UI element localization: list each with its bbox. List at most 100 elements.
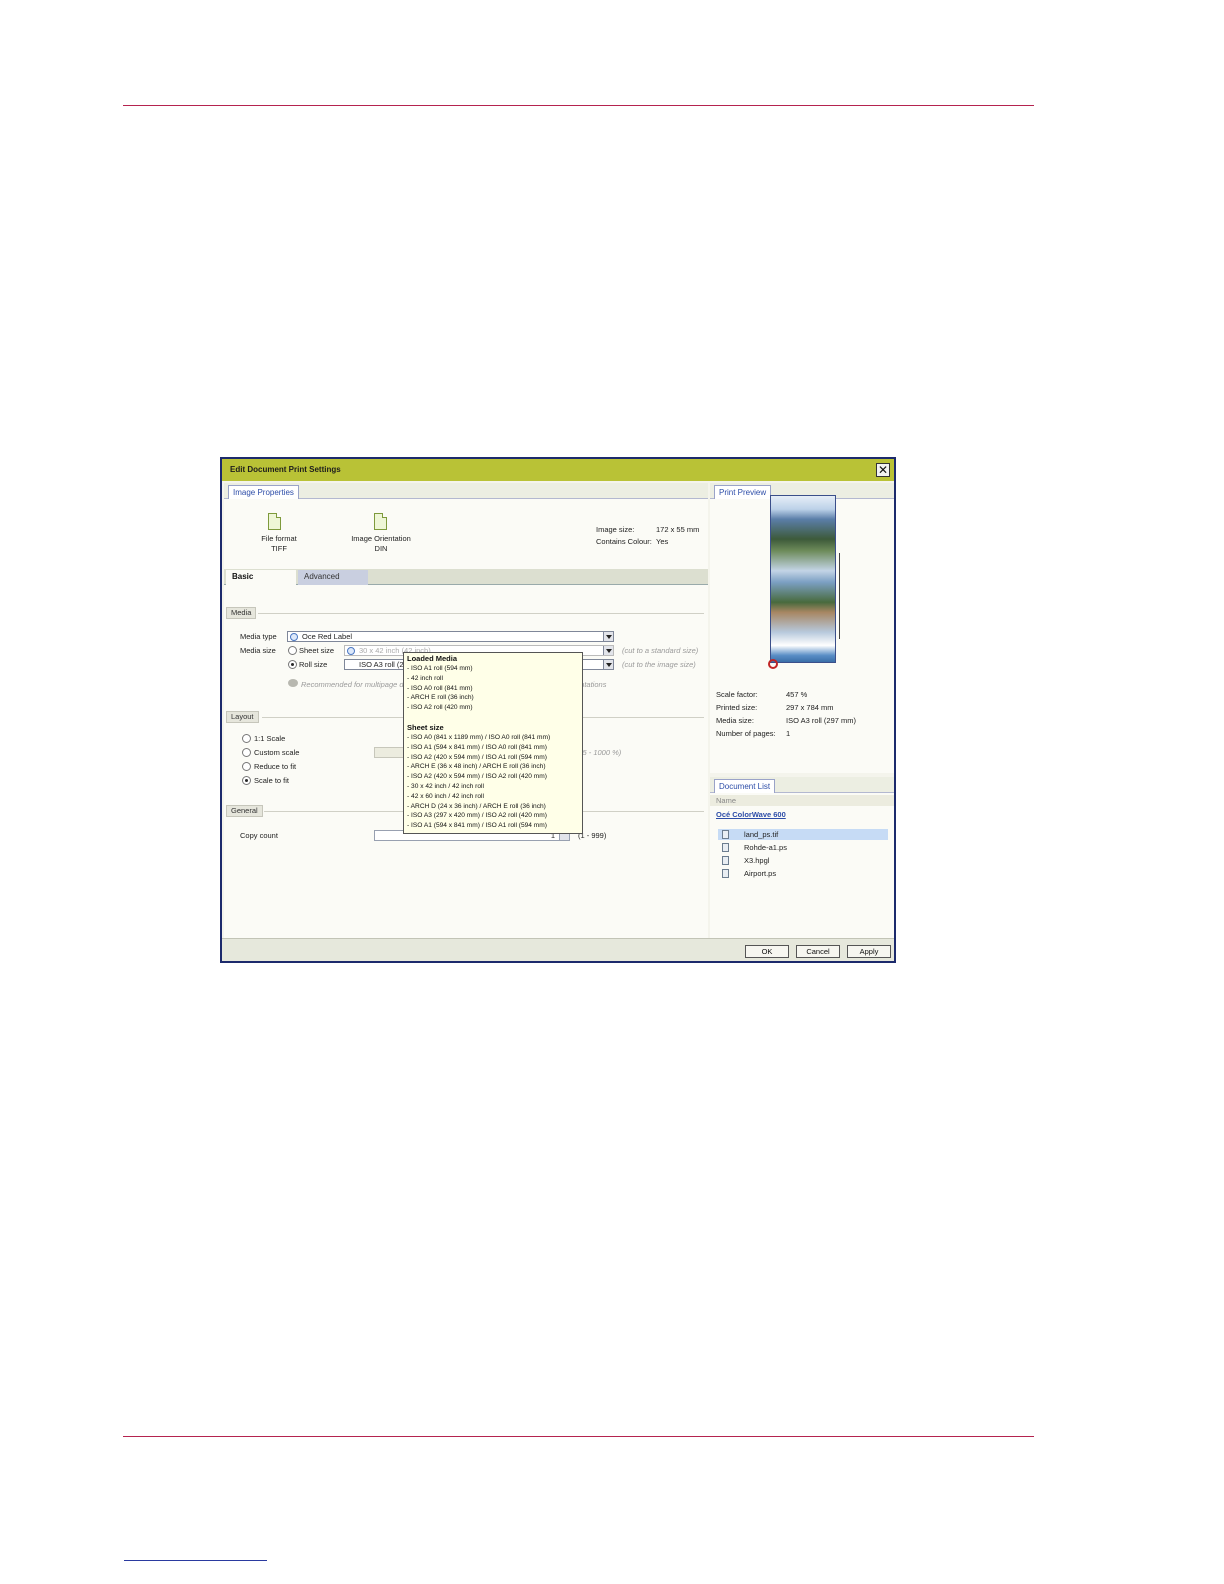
- document-icon: [722, 830, 729, 839]
- custom-scale-label: Custom scale: [254, 748, 300, 757]
- document-list-header: Name: [710, 795, 894, 806]
- media-size-popup[interactable]: Loaded Media - ISO A1 roll (594 mm) - 42…: [403, 652, 583, 834]
- name-column-header: Name: [716, 796, 737, 805]
- tab-print-preview[interactable]: Print Preview: [714, 485, 772, 499]
- scale-arrow-icon: [839, 553, 840, 639]
- image-orientation-icon: [374, 513, 387, 530]
- tab-advanced[interactable]: Advanced: [298, 570, 368, 585]
- print-preview-pane: Print Preview Scale factor: 457 % Printe…: [710, 483, 894, 773]
- image-properties-tabstrip: Image Properties: [224, 483, 708, 499]
- image-orientation-label: Image Orientation: [351, 534, 411, 543]
- sheet-size-radio[interactable]: [288, 646, 297, 655]
- contains-colour-value: Yes: [656, 537, 669, 546]
- copy-count-label: Copy count: [240, 831, 278, 840]
- general-section-header: General: [226, 805, 263, 817]
- reduce-to-fit-label: Reduce to fit: [254, 762, 297, 771]
- media-section-header: Media: [226, 607, 257, 619]
- scale-1to1-radio[interactable]: [242, 734, 251, 743]
- custom-scale-radio[interactable]: [242, 748, 251, 757]
- menu-item[interactable]: - ARCH E roll (36 inch): [407, 693, 579, 703]
- document-name: land_ps.tif: [744, 830, 779, 839]
- ok-button[interactable]: OK: [745, 945, 789, 958]
- tab-image-properties[interactable]: Image Properties: [228, 485, 299, 499]
- tab-document-list[interactable]: Document List: [714, 779, 776, 793]
- header-rule: [123, 105, 1034, 106]
- document-icon: [722, 856, 729, 865]
- tab-basic[interactable]: Basic: [226, 570, 296, 585]
- file-format-value: TIFF: [271, 544, 287, 553]
- menu-item[interactable]: - ISO A0 (841 x 1189 mm) / ISO A0 roll (…: [407, 733, 579, 743]
- scale-factor-value: 457 %: [786, 690, 808, 699]
- roll-size-label: Roll size: [299, 660, 328, 669]
- contains-colour-label: Contains Colour:: [596, 537, 652, 546]
- menu-item[interactable]: - ISO A2 (420 x 594 mm) / ISO A1 roll (5…: [407, 753, 579, 763]
- media-type-label: Media type: [240, 632, 277, 641]
- list-item[interactable]: X3.hpgl: [720, 855, 886, 866]
- list-item[interactable]: Rohde-a1.ps: [720, 842, 886, 853]
- image-orientation-value: DIN: [374, 544, 388, 553]
- menu-item[interactable]: - ISO A2 (420 x 594 mm) / ISO A2 roll (4…: [407, 772, 579, 782]
- number-of-pages-value: 1: [786, 729, 791, 738]
- menu-item[interactable]: - ISO A0 roll (841 mm): [407, 684, 579, 694]
- menu-item[interactable]: - ISO A3 (297 x 420 mm) / ISO A2 roll (4…: [407, 811, 579, 821]
- layout-section-header: Layout: [226, 711, 259, 723]
- custom-scale-range: (5 - 1000 %): [580, 748, 622, 757]
- menu-item[interactable]: - 42 x 60 inch / 42 inch roll: [407, 792, 579, 802]
- footer-link-rule: [124, 1560, 267, 1561]
- menu-item[interactable]: - 42 inch roll: [407, 674, 579, 684]
- roll-size-value: ISO A3 roll (2: [359, 660, 404, 669]
- list-item[interactable]: Airport.ps: [720, 868, 886, 879]
- menu-item[interactable]: - ISO A1 (594 x 841 mm) / ISO A1 roll (5…: [407, 821, 579, 831]
- roll-size-note: (cut to the image size): [622, 660, 696, 669]
- menu-item[interactable]: - ISO A1 roll (594 mm): [407, 664, 579, 674]
- scale-factor-label: Scale factor:: [716, 690, 758, 699]
- document-icon: [722, 869, 729, 878]
- printer-name[interactable]: Océ ColorWave 600: [716, 810, 786, 819]
- scale-to-fit-label: Scale to fit: [254, 776, 290, 785]
- settings-subtabs: Basic Advanced: [224, 569, 708, 585]
- file-format-icon: [268, 513, 281, 530]
- media-type-select[interactable]: Oce Red Label: [287, 631, 614, 642]
- preview-media-size-label: Media size:: [716, 716, 754, 725]
- sheet-size-glyph-icon: [347, 647, 355, 655]
- reduce-to-fit-radio[interactable]: [242, 762, 251, 771]
- image-size-label: Image size:: [596, 525, 635, 534]
- close-icon[interactable]: ✕: [876, 463, 890, 477]
- document-name: Rohde-a1.ps: [744, 843, 787, 852]
- print-preview-image: [770, 495, 836, 663]
- list-item[interactable]: land_ps.tif: [720, 829, 886, 840]
- roll-size-radio[interactable]: [288, 660, 297, 669]
- menu-item[interactable]: - ISO A2 roll (420 mm): [407, 703, 579, 713]
- popup-gap: [407, 713, 579, 723]
- sheet-size-note: (cut to a standard size): [622, 646, 699, 655]
- apply-button[interactable]: Apply: [847, 945, 891, 958]
- scale-to-fit-radio[interactable]: [242, 776, 251, 785]
- image-size-value: 172 x 55 mm: [656, 525, 700, 534]
- file-format-label: File format: [261, 534, 297, 543]
- cancel-button[interactable]: Cancel: [796, 945, 840, 958]
- chevron-down-icon[interactable]: [603, 660, 613, 669]
- sheet-size-label: Sheet size: [299, 646, 335, 655]
- document-name: X3.hpgl: [744, 856, 770, 865]
- menu-item[interactable]: - 30 x 42 inch / 42 inch roll: [407, 782, 579, 792]
- footer-rule-top: [123, 1436, 1034, 1437]
- recommended-note-left: Recommended for multipage d: [301, 680, 404, 689]
- printed-size-value: 297 x 784 mm: [786, 703, 834, 712]
- document-icon: [722, 843, 729, 852]
- chevron-down-icon[interactable]: [603, 632, 613, 641]
- number-of-pages-label: Number of pages:: [716, 729, 776, 738]
- dialog-button-bar: OK Cancel Apply: [222, 938, 894, 961]
- document-list-pane: Document List Name Océ ColorWave 600 lan…: [710, 777, 894, 938]
- speech-bubble-icon: [288, 679, 298, 687]
- sheet-size-header: Sheet size: [407, 722, 444, 732]
- scale-1to1-label: 1:1 Scale: [254, 734, 286, 743]
- menu-item[interactable]: - ISO A1 (594 x 841 mm) / ISO A0 roll (8…: [407, 743, 579, 753]
- menu-item[interactable]: - ARCH D (24 x 36 inch) / ARCH E roll (3…: [407, 802, 579, 812]
- document-list-tabstrip: Document List: [710, 777, 894, 793]
- dialog-title: Edit Document Print Settings: [222, 459, 894, 481]
- media-type-value: Oce Red Label: [302, 632, 353, 641]
- media-section-line: [258, 613, 704, 614]
- printed-size-label: Printed size:: [716, 703, 758, 712]
- menu-item[interactable]: - ARCH E (36 x 48 inch) / ARCH E roll (3…: [407, 762, 579, 772]
- chevron-down-icon[interactable]: [603, 646, 613, 655]
